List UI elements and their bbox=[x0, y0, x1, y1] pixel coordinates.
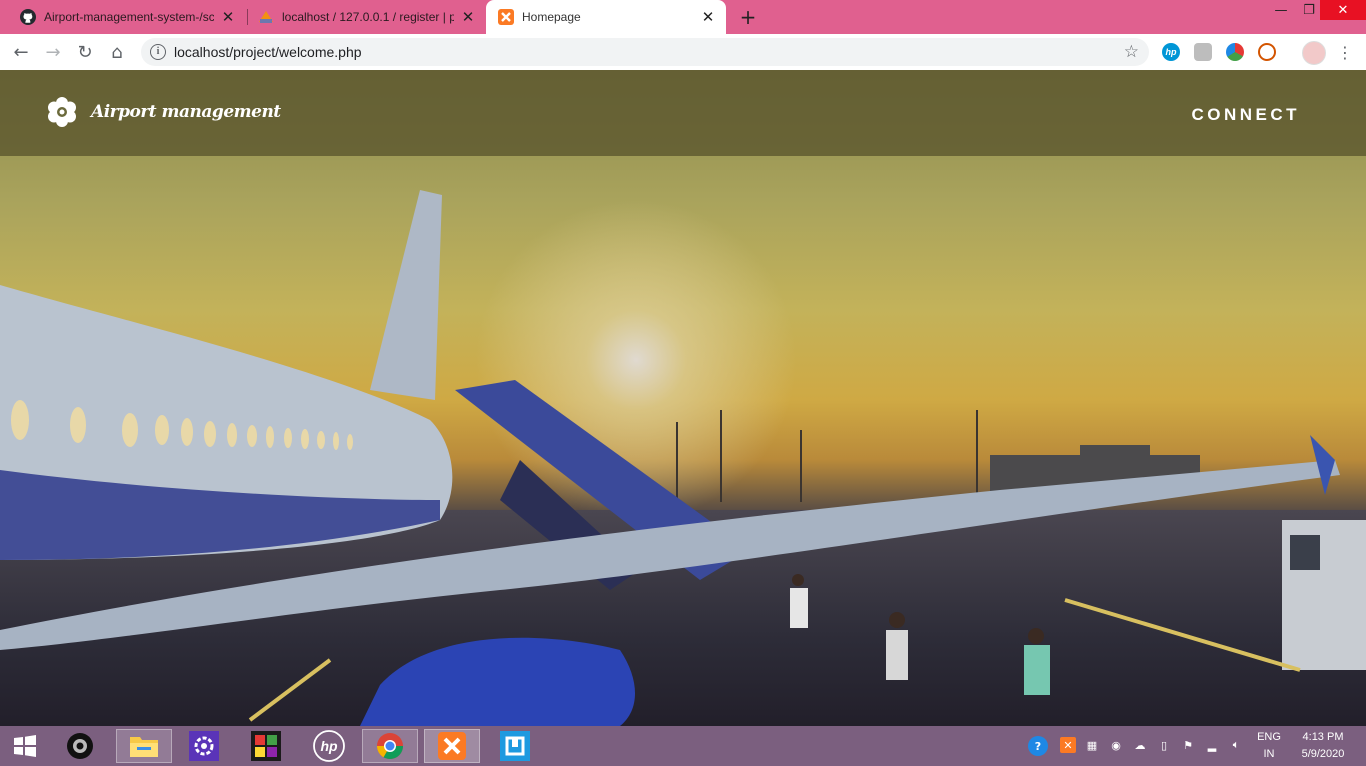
network-icon[interactable]: ▂ bbox=[1204, 737, 1220, 753]
bookmark-star-icon[interactable]: ☆ bbox=[1124, 42, 1139, 62]
url-text: localhost/project/welcome.php bbox=[174, 44, 362, 60]
site-navbar: Airport management CONNECT bbox=[0, 70, 1366, 156]
keyboard-icon[interactable]: ▦ bbox=[1084, 737, 1100, 753]
airplane-illustration bbox=[0, 190, 1366, 726]
xampp-icon bbox=[498, 9, 514, 25]
hero-image bbox=[0, 70, 1366, 726]
fire-extension-icon[interactable] bbox=[1258, 43, 1276, 61]
tab-close-icon[interactable]: ✕ bbox=[460, 9, 476, 26]
back-icon[interactable]: ← bbox=[9, 40, 33, 64]
github-icon bbox=[20, 9, 36, 25]
language-indicator[interactable]: ENG IN bbox=[1252, 729, 1286, 763]
tab-title: localhost / 127.0.0.1 / register | p bbox=[282, 10, 454, 24]
clock-time: 4:13 PM bbox=[1302, 731, 1344, 743]
camera-app-icon[interactable] bbox=[62, 729, 98, 763]
menu-kebab-icon[interactable]: ⋮ bbox=[1333, 40, 1357, 64]
file-explorer-icon[interactable] bbox=[116, 729, 172, 763]
web-page: Airport management CONNECT bbox=[0, 70, 1366, 726]
clock-date: 5/9/2020 bbox=[1301, 748, 1345, 760]
tab-github[interactable]: Airport-management-system-/sc ✕ bbox=[0, 0, 246, 34]
tab-homepage[interactable]: Homepage ✕ bbox=[486, 0, 726, 34]
cube-extension-icon[interactable] bbox=[1194, 43, 1212, 61]
language-code: ENG bbox=[1257, 731, 1281, 743]
help-icon[interactable]: ? bbox=[1028, 736, 1048, 756]
volume-icon[interactable]: 🔈︎ bbox=[1228, 737, 1244, 753]
connect-link[interactable]: CONNECT bbox=[1191, 105, 1300, 125]
atom-logo-icon bbox=[48, 97, 76, 127]
flag-icon[interactable]: ⚑ bbox=[1180, 737, 1196, 753]
hp-extension-icon[interactable]: hp bbox=[1162, 43, 1180, 61]
tab-phpmyadmin[interactable]: localhost / 127.0.0.1 / register | p ✕ bbox=[238, 0, 486, 34]
code-editor-icon[interactable] bbox=[497, 729, 533, 763]
region-code: IN bbox=[1263, 748, 1275, 760]
address-bar[interactable]: i localhost/project/welcome.php ☆ bbox=[141, 38, 1149, 66]
brand-name: Airport management bbox=[91, 102, 281, 122]
phpmyadmin-icon bbox=[259, 11, 273, 23]
browser-toolbar: ← → ↻ ⌂ i localhost/project/welcome.php … bbox=[0, 34, 1366, 70]
tab-close-icon[interactable]: ✕ bbox=[220, 9, 236, 26]
tab-strip: Airport-management-system-/sc ✕ localhos… bbox=[0, 0, 1366, 34]
chrome-icon[interactable] bbox=[362, 729, 418, 763]
reload-icon[interactable]: ↻ bbox=[73, 40, 97, 64]
onedrive-icon[interactable]: ☁ bbox=[1132, 737, 1148, 753]
clock[interactable]: 4:13 PM 5/9/2020 bbox=[1296, 729, 1350, 763]
disc-icon[interactable]: ◉ bbox=[1108, 737, 1124, 753]
info-icon[interactable]: i bbox=[150, 44, 166, 60]
hp-icon[interactable]: hp bbox=[311, 729, 347, 763]
puzzle-app-icon[interactable] bbox=[248, 729, 284, 763]
start-icon[interactable] bbox=[7, 729, 43, 763]
brand[interactable]: Airport management bbox=[47, 97, 281, 127]
avatar[interactable] bbox=[1302, 41, 1326, 65]
close-window-icon[interactable]: ✕ bbox=[1320, 0, 1366, 20]
svg-text:hp: hp bbox=[320, 738, 338, 754]
xampp-tray-icon[interactable]: ✕ bbox=[1060, 737, 1076, 753]
new-tab-button[interactable]: + bbox=[738, 7, 758, 27]
device-icon[interactable]: ▯ bbox=[1156, 737, 1172, 753]
xampp-taskbar-icon[interactable] bbox=[424, 729, 480, 763]
home-icon[interactable]: ⌂ bbox=[105, 40, 129, 64]
minimize-icon[interactable]: — bbox=[1266, 0, 1296, 20]
tab-close-icon[interactable]: ✕ bbox=[700, 9, 716, 26]
forward-icon[interactable]: → bbox=[41, 40, 65, 64]
settings-icon[interactable] bbox=[186, 729, 222, 763]
taskbar: hp ? ✕ ▦ ◉ ☁ ▯ ⚑ ▂ 🔈︎ ENG IN 4:13 PM 5/9… bbox=[0, 726, 1366, 766]
color-extension-icon[interactable] bbox=[1226, 43, 1244, 61]
tab-title: Homepage bbox=[522, 10, 581, 24]
tab-title: Airport-management-system-/sc bbox=[44, 10, 214, 24]
